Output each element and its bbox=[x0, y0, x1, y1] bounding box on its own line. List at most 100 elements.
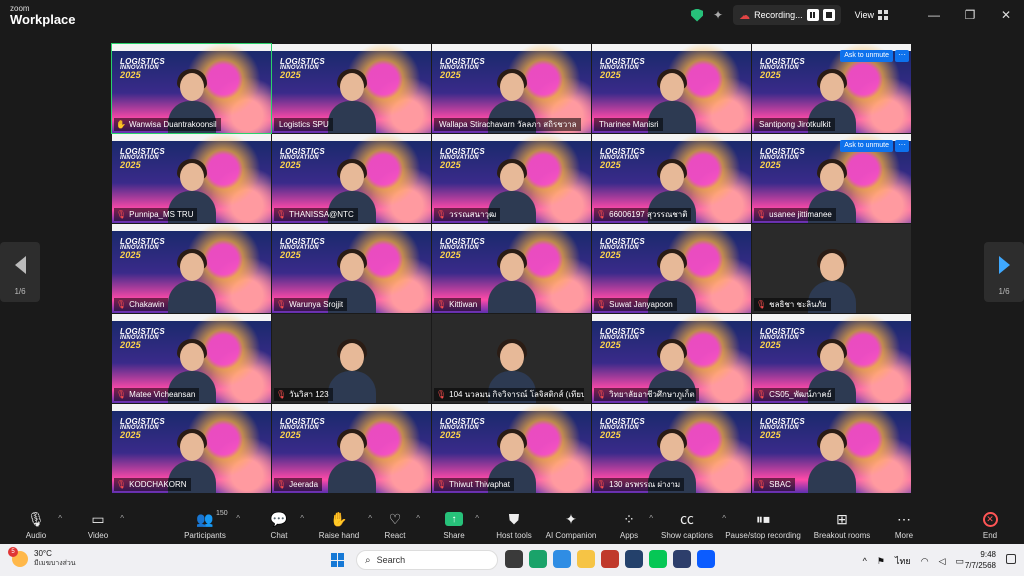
line-app-icon[interactable] bbox=[649, 550, 667, 568]
participants-caret-icon[interactable]: ^ bbox=[236, 514, 240, 523]
previous-page-button[interactable]: 1/6 bbox=[0, 242, 40, 302]
participant-name: Kittiwan bbox=[449, 300, 478, 309]
host-tools-label: Host tools bbox=[496, 531, 532, 540]
task-view-icon[interactable] bbox=[505, 550, 523, 568]
participant-name: Wanwisa Duantrakoonsil bbox=[128, 120, 217, 129]
taskbar-clock[interactable]: 9:48 7/7/2568 bbox=[965, 549, 996, 571]
pause-recording-icon[interactable] bbox=[806, 9, 819, 21]
view-button[interactable]: View bbox=[855, 10, 874, 20]
participant-tile[interactable]: LOGISTICS INNOVATION 2025 🎙 Matee Vicheansan bbox=[112, 314, 271, 403]
tray-chevron-icon[interactable]: ^ bbox=[863, 556, 867, 566]
ai-sparkle-icon[interactable]: ✦ bbox=[713, 8, 723, 22]
participant-tile[interactable]: LOGISTICS INNOVATION 2025 Ask to unmute ··· S… bbox=[752, 44, 911, 133]
video-options-caret-icon[interactable]: ^ bbox=[120, 514, 124, 523]
participant-tile[interactable]: LOGISTICS INNOVATION 2025 🎙 วิทยาลัยอาชีวศึก… bbox=[592, 314, 751, 403]
participant-tile[interactable]: LOGISTICS INNOVATION 2025 🎙 Jeerada bbox=[272, 404, 431, 493]
participant-tile[interactable]: LOGISTICS INNOVATION 2025 🎙 KODCHAKORN bbox=[112, 404, 271, 493]
banner-year: 2025 bbox=[600, 70, 621, 81]
notification-icon[interactable] bbox=[1006, 554, 1016, 564]
participant-tile[interactable]: 🎙104 นวลมน กิจวิจารณ์ โลจิสติกส์ (เทียบโ… bbox=[432, 314, 591, 403]
ai-companion-button[interactable]: ✦ AI Companion bbox=[544, 510, 598, 541]
participant-name: วันวิสา 123 bbox=[289, 390, 329, 399]
file-explorer-icon[interactable] bbox=[577, 550, 595, 568]
video-button[interactable]: ▭ Video ^ bbox=[84, 510, 124, 541]
pdf-app-icon[interactable] bbox=[601, 550, 619, 568]
end-meeting-button[interactable]: ✕ End bbox=[978, 510, 1002, 540]
banner-year: 2025 bbox=[760, 160, 781, 171]
participant-tile[interactable]: LOGISTICS INNOVATION 2025 🎙 Punnipa_MS TRU bbox=[112, 134, 271, 223]
participant-tile[interactable]: LOGISTICS INNOVATION 2025 Wallapa Stirachav… bbox=[432, 44, 591, 133]
pause-stop-recording-button[interactable]: ⏸⏹ Pause/stop recording bbox=[724, 510, 802, 541]
react-caret-icon[interactable]: ^ bbox=[416, 514, 420, 523]
raise-hand-caret-icon[interactable]: ^ bbox=[368, 514, 372, 523]
participant-tile[interactable]: LOGISTICS INNOVATION 2025 🎙 66006197 สุวรรณช… bbox=[592, 134, 751, 223]
participant-tile[interactable]: LOGISTICS INNOVATION 2025 🎙 Suwat Janyapoon bbox=[592, 224, 751, 313]
zoom-app-icon[interactable] bbox=[697, 550, 715, 568]
recording-indicator[interactable]: ☁ Recording... bbox=[733, 5, 841, 25]
participant-video-feed bbox=[326, 337, 378, 403]
ask-to-unmute-button[interactable]: Ask to unmute bbox=[840, 140, 893, 152]
share-caret-icon[interactable]: ^ bbox=[475, 514, 479, 523]
participant-tile[interactable]: LOGISTICS INNOVATION 2025 🎙 THANISSA@NTC bbox=[272, 134, 431, 223]
participant-tile[interactable]: LOGISTICS INNOVATION 2025 Logistics SPU bbox=[272, 44, 431, 133]
muted-microphone-icon: 🎙 bbox=[596, 210, 607, 219]
minimize-icon[interactable]: — bbox=[916, 8, 952, 22]
show-captions-button[interactable]: ㏄ Show captions ^ bbox=[660, 510, 726, 540]
host-shield-icon: ⛊ bbox=[508, 510, 520, 527]
next-page-button[interactable]: 1/6 bbox=[984, 242, 1024, 302]
banner-year: 2025 bbox=[600, 340, 621, 351]
participant-tile[interactable]: LOGISTICS INNOVATION 2025 🎙 SBAC bbox=[752, 404, 911, 493]
stop-recording-icon[interactable] bbox=[822, 9, 835, 21]
participant-tile[interactable]: LOGISTICS INNOVATION 2025 🎙 130 อรพรรณ ผ่างา… bbox=[592, 404, 751, 493]
apps-caret-icon[interactable]: ^ bbox=[649, 514, 653, 523]
participant-name-label: 🎙 THANISSA@NTC bbox=[274, 208, 358, 221]
participant-tile[interactable]: LOGISTICS INNOVATION 2025 Ask to unmute ··· 🎙… bbox=[752, 134, 911, 223]
view-grid-icon[interactable] bbox=[878, 10, 888, 20]
participant-tile[interactable]: 🎙 วันวิสา 123 bbox=[272, 314, 431, 403]
participant-tile[interactable]: LOGISTICS INNOVATION 2025 🎙 CS05_พัฒน์ภาคย์ bbox=[752, 314, 911, 403]
host-tools-button[interactable]: ⛊ Host tools bbox=[494, 510, 534, 541]
wifi-icon[interactable]: ◠ bbox=[921, 556, 929, 567]
participant-tile[interactable]: LOGISTICS INNOVATION 2025 🎙 Warunya Srojjit bbox=[272, 224, 431, 313]
participant-tile[interactable]: LOGISTICS INNOVATION 2025 🎙 Kittiwan bbox=[432, 224, 591, 313]
participant-tile[interactable]: LOGISTICS INNOVATION 2025 🎙 วรรณสนาวุฒ bbox=[432, 134, 591, 223]
audio-options-caret-icon[interactable]: ^ bbox=[58, 514, 62, 523]
audio-button[interactable]: 🎙 Audio ^ bbox=[22, 510, 62, 541]
banner-year: 2025 bbox=[120, 250, 141, 261]
share-button[interactable]: ↑ Share ^ bbox=[441, 510, 479, 540]
participants-count: 150 bbox=[216, 510, 228, 517]
store-icon[interactable] bbox=[625, 550, 643, 568]
chat-caret-icon[interactable]: ^ bbox=[300, 514, 304, 523]
participants-button[interactable]: 👥 150 Participants ^ bbox=[182, 510, 240, 540]
apps-button[interactable]: ⁘ Apps ^ bbox=[617, 510, 653, 541]
tray-app-icon[interactable]: ⚑ bbox=[877, 556, 885, 567]
encryption-shield-icon[interactable] bbox=[691, 8, 704, 22]
chat-button[interactable]: 💬 Chat ^ bbox=[266, 510, 304, 541]
battery-icon[interactable]: ▭ bbox=[955, 556, 964, 567]
close-icon[interactable]: ✕ bbox=[988, 8, 1024, 22]
taskbar-app-icon[interactable] bbox=[529, 550, 547, 568]
event-banner-logo: LOGISTICS INNOVATION 2025 bbox=[120, 328, 165, 350]
volume-icon[interactable]: ◁ bbox=[939, 556, 946, 567]
tile-more-icon[interactable]: ··· bbox=[895, 140, 909, 152]
participant-video-feed bbox=[806, 427, 858, 493]
ask-to-unmute-button[interactable]: Ask to unmute bbox=[840, 50, 893, 62]
weather-widget[interactable]: 5 30°C มีเมฆบางส่วน bbox=[8, 547, 76, 569]
react-button[interactable]: ♡ React ^ bbox=[382, 510, 420, 541]
participant-tile[interactable]: LOGISTICS INNOVATION 2025 ✋ Wanwisa Duantrak… bbox=[111, 43, 272, 134]
participant-tile[interactable]: LOGISTICS INNOVATION 2025 🎙 Chakawin bbox=[112, 224, 271, 313]
breakout-rooms-button[interactable]: ⊞ Breakout rooms bbox=[812, 510, 872, 541]
more-button[interactable]: ⋯ More bbox=[892, 510, 916, 541]
language-indicator[interactable]: ไทย bbox=[895, 554, 911, 568]
raise-hand-button[interactable]: ✋ Raise hand ^ bbox=[318, 510, 372, 541]
banner-year: 2025 bbox=[280, 430, 301, 441]
taskbar-app-icon-2[interactable] bbox=[673, 550, 691, 568]
edge-browser-icon[interactable] bbox=[553, 550, 571, 568]
restore-icon[interactable]: ❐ bbox=[952, 8, 988, 22]
participant-tile[interactable]: 🎙 ชลธิชา ชะลินภัย bbox=[752, 224, 911, 313]
participant-tile[interactable]: LOGISTICS INNOVATION 2025 🎙 Thiwut Thivaphat bbox=[432, 404, 591, 493]
participant-tile[interactable]: LOGISTICS INNOVATION 2025 Tharinee Manisri bbox=[592, 44, 751, 133]
tile-more-icon[interactable]: ··· bbox=[895, 50, 909, 62]
taskbar-search-input[interactable]: ⌕ Search bbox=[356, 550, 498, 570]
windows-start-icon[interactable] bbox=[331, 553, 345, 567]
